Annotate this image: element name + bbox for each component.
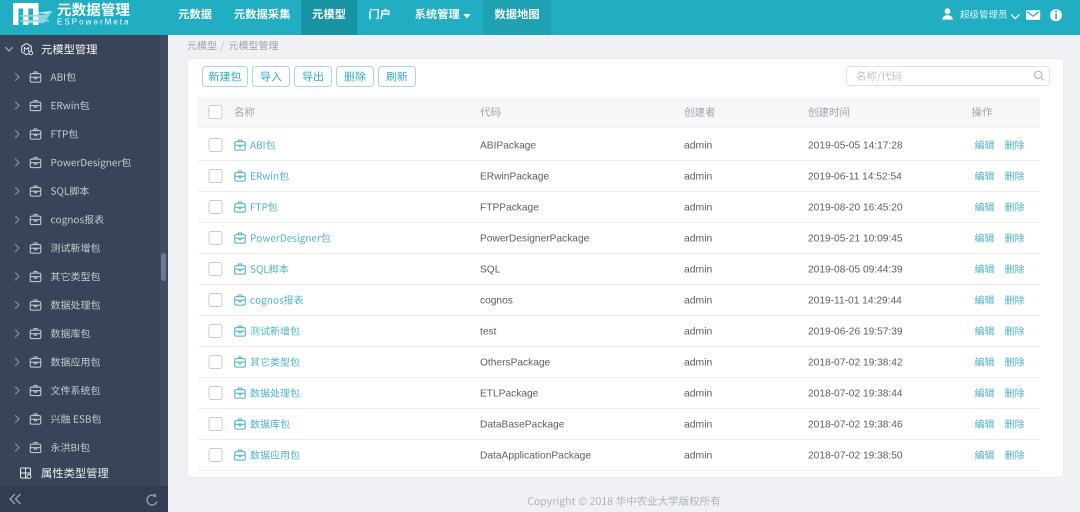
svg-text:cognos: cognos [480, 296, 513, 307]
svg-text:admin: admin [684, 172, 713, 183]
svg-text:admin: admin [684, 141, 713, 152]
svg-text:OthersPackage: OthersPackage [480, 358, 551, 369]
svg-text:admin: admin [684, 234, 713, 245]
svg-text:admin: admin [684, 451, 713, 462]
svg-text:DataBasePackage: DataBasePackage [480, 420, 565, 431]
svg-text:ESPowerMeta: ESPowerMeta [57, 17, 131, 26]
svg-text:2019-11-01 14:29:44: 2019-11-01 14:29:44 [808, 296, 902, 307]
svg-text:ETLPackage: ETLPackage [480, 389, 539, 400]
svg-text:ABIPackage: ABIPackage [480, 141, 536, 152]
svg-text:admin: admin [684, 296, 713, 307]
svg-text:FTPPackage: FTPPackage [480, 203, 539, 214]
svg-text:2018-07-02 19:38:46: 2018-07-02 19:38:46 [808, 420, 903, 431]
svg-text:2019-06-26 19:57:39: 2019-06-26 19:57:39 [808, 327, 903, 338]
svg-text:admin: admin [684, 327, 713, 338]
svg-text:2019-08-20 16:45:20: 2019-08-20 16:45:20 [808, 203, 903, 214]
svg-text:2019-08-05 09:44:39: 2019-08-05 09:44:39 [808, 265, 903, 276]
svg-text:admin: admin [684, 389, 713, 400]
svg-text:SQL: SQL [480, 265, 501, 276]
svg-text:PowerDesignerPackage: PowerDesignerPackage [480, 234, 590, 245]
svg-text:2018-07-02 19:38:50: 2018-07-02 19:38:50 [808, 451, 903, 462]
svg-text:admin: admin [684, 358, 713, 369]
svg-text:DataApplicationPackage: DataApplicationPackage [480, 451, 591, 462]
svg-text:admin: admin [684, 265, 713, 276]
svg-text:admin: admin [684, 420, 713, 431]
svg-text:2018-07-02 19:38:44: 2018-07-02 19:38:44 [808, 389, 903, 400]
svg-text:ERwinPackage: ERwinPackage [480, 172, 549, 183]
svg-text:admin: admin [684, 203, 713, 214]
svg-text:test: test [480, 327, 497, 338]
svg-text:2019-05-05 14:17:28: 2019-05-05 14:17:28 [808, 141, 903, 152]
svg-text:2019-05-21 10:09:45: 2019-05-21 10:09:45 [808, 234, 903, 245]
svg-text:2019-06-11 14:52:54: 2019-06-11 14:52:54 [808, 172, 902, 183]
svg-text:2018-07-02 19:38:42: 2018-07-02 19:38:42 [808, 358, 903, 369]
